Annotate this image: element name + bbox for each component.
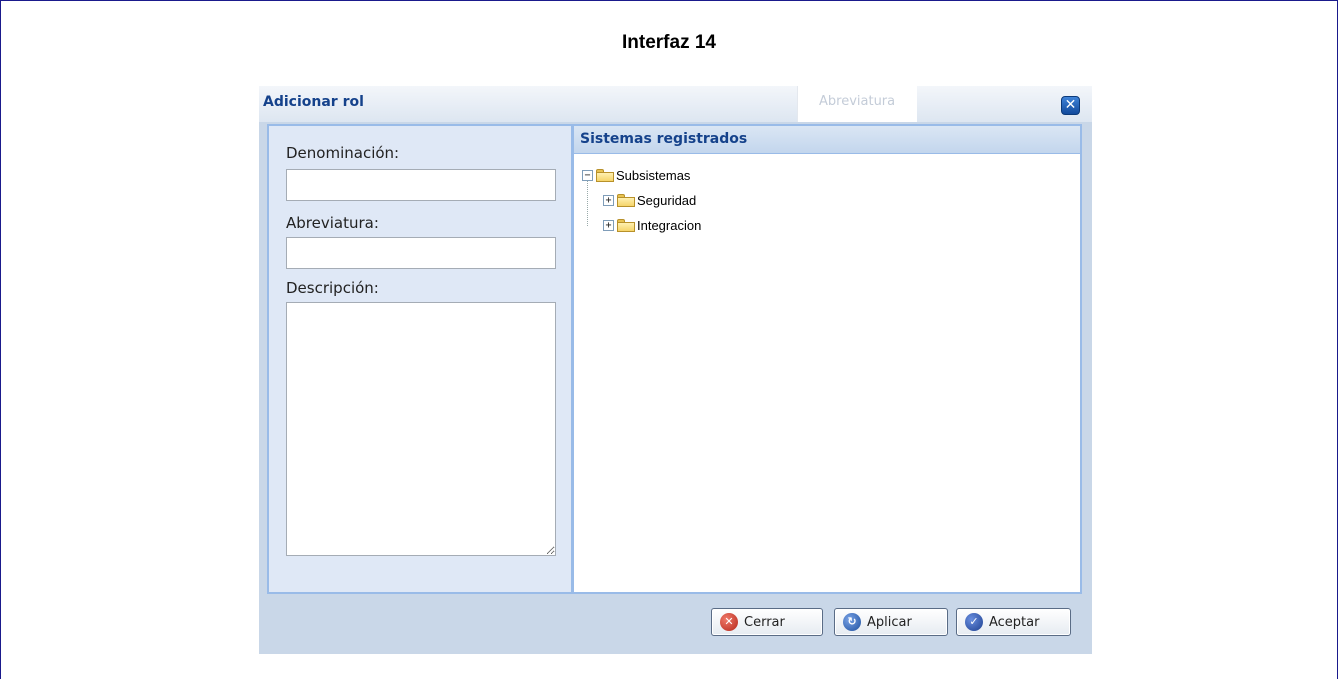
cerrar-button-label: Cerrar	[744, 614, 785, 630]
tree-node-label: Seguridad	[637, 192, 697, 208]
aceptar-button[interactable]: ✓ Aceptar	[956, 608, 1071, 636]
close-icon[interactable]: ✕	[1061, 96, 1080, 115]
abreviatura-field[interactable]	[286, 237, 556, 269]
systems-tree-panel: Sistemas registrados − Subsistemas + Seg…	[572, 124, 1082, 594]
tree-panel-title: Sistemas registrados	[580, 131, 748, 147]
aplicar-button[interactable]: ↻ Aplicar	[834, 608, 948, 636]
expand-icon[interactable]: +	[603, 219, 614, 231]
descripcion-field[interactable]	[286, 302, 556, 556]
abreviatura-label: Abreviatura:	[286, 214, 379, 232]
dialog-titlebar[interactable]: Adicionar rol Abreviatura ✕	[259, 86, 1092, 122]
denominacion-field[interactable]	[286, 169, 556, 201]
tree-node-label: Subsistemas	[616, 167, 691, 183]
folder-open-icon	[596, 168, 614, 182]
refresh-icon: ↻	[843, 613, 861, 631]
tree-node-integracion[interactable]: + Integracion	[603, 215, 701, 235]
tree-node-label: Integracion	[637, 217, 702, 233]
collapse-icon[interactable]: −	[582, 169, 593, 181]
denominacion-label: Denominación:	[286, 144, 400, 162]
tree-node-subsistemas[interactable]: − Subsistemas	[582, 165, 690, 185]
dialog-title: Adicionar rol	[263, 94, 364, 110]
cerrar-button[interactable]: ✕ Cerrar	[711, 608, 823, 636]
descripcion-label: Descripción:	[286, 279, 379, 297]
ghost-column-header: Abreviatura	[797, 86, 917, 122]
check-circle-icon: ✓	[965, 613, 983, 631]
document-title: Interfaz 14	[622, 32, 716, 53]
expand-icon[interactable]: +	[603, 194, 614, 206]
x-circle-icon: ✕	[720, 613, 738, 631]
folder-icon	[617, 218, 635, 232]
form-panel: Denominación: Abreviatura: Descripción:	[267, 124, 573, 594]
folder-icon	[617, 193, 635, 207]
add-role-dialog: Adicionar rol Abreviatura ✕ Denominación…	[259, 86, 1092, 654]
aplicar-button-label: Aplicar	[867, 614, 912, 630]
tree-panel-header: Sistemas registrados	[574, 126, 1080, 154]
tree-node-seguridad[interactable]: + Seguridad	[603, 190, 696, 210]
aceptar-button-label: Aceptar	[989, 614, 1040, 630]
